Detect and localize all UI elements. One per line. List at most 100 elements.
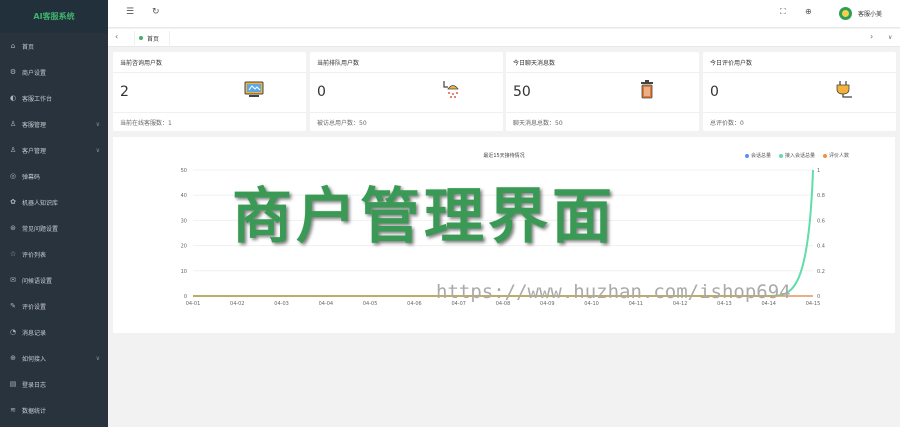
watermark: https://www.huzhan.com/ishop694 <box>436 281 791 303</box>
sidebar-item-12[interactable]: ⊕ 如何接入 ∨ <box>0 345 108 371</box>
record-icon: ◔ <box>9 328 17 336</box>
y2-tick-label: 1 <box>817 168 820 174</box>
sidebar-item-3[interactable]: ♙ 客服管理 ∨ <box>0 111 108 137</box>
sidebar-item-label: 弹幕码 <box>22 173 41 181</box>
avatar <box>838 7 852 20</box>
sidebar-item-label: 如何接入 <box>22 355 47 363</box>
card-footer: 总评价数：0 <box>710 120 744 127</box>
home-icon: ⌂ <box>10 42 16 50</box>
y2-tick-label: 0.2 <box>817 269 825 275</box>
y-tick-label: 40 <box>181 193 187 199</box>
question-icon: ⊛ <box>10 224 16 232</box>
tab-prev-icon[interactable]: ‹ <box>115 32 118 41</box>
sidebar-item-13[interactable]: ▤ 登录日志 <box>0 371 108 397</box>
headset-icon: ◐ <box>9 94 17 102</box>
tab-home[interactable]: 首页 <box>134 31 171 45</box>
sidebar-item-8[interactable]: ☆ 评价列表 <box>0 241 108 267</box>
sidebar-item-0[interactable]: ⌂ 首页 <box>0 33 108 59</box>
sidebar-item-label: 登录日志 <box>22 381 47 389</box>
sidebar-item-label: 客服管理 <box>22 121 47 129</box>
sidebar-item-14[interactable]: ≋ 数据统计 <box>0 397 108 423</box>
sidebar-item-label: 评价列表 <box>22 251 47 259</box>
user-menu[interactable]: 客服小美 <box>838 7 882 20</box>
topbar: ☰ ↻ ⛶ ⊕ 客服小美 <box>108 0 900 28</box>
sidebar-item-2[interactable]: ◐ 客服工作台 <box>0 85 108 111</box>
x-tick-label: 04-01 <box>186 301 201 307</box>
app-logo: AI客服系统 <box>0 0 108 33</box>
x-tick-label: 04-05 <box>363 301 378 307</box>
x-tick-label: 04-02 <box>230 301 245 307</box>
menu-toggle-icon[interactable]: ☰ <box>126 7 134 17</box>
shower-icon <box>443 81 459 98</box>
sidebar-menu: ⌂ 首页 ⚙ 商户设置 ◐ 客服工作台 ♙ 客服管理 ∨ ♙ 客户管理 ∨ ◎ 弹幕码 ✿ 机器人知识库 ⊛ 常见… <box>0 33 108 423</box>
sidebar-item-10[interactable]: ✎ 评价设置 <box>0 293 108 319</box>
y-tick-label: 20 <box>181 244 187 250</box>
card-footer: 被访总用户数：50 <box>317 120 367 127</box>
chevron-down-icon: ∨ <box>95 354 100 362</box>
y2-tick-label: 0 <box>817 294 820 300</box>
tab-more-icon[interactable]: ∨ <box>888 34 892 41</box>
plug-icon <box>836 81 852 98</box>
sidebar-item-5[interactable]: ◎ 弹幕码 <box>0 163 108 189</box>
sidebar-item-label: 客户管理 <box>22 147 47 155</box>
fullscreen-icon[interactable]: ⛶ <box>780 7 786 17</box>
stat-card-ratings: 今日评价用户数 0 总评价数：0 <box>703 52 896 131</box>
tab-next-icon[interactable]: › <box>870 32 873 41</box>
monitor-icon <box>244 81 264 97</box>
y-tick-label: 50 <box>181 168 187 174</box>
sidebar-item-label: 数据统计 <box>22 407 47 415</box>
user-icon: ♙ <box>9 120 17 128</box>
stats-icon: ≋ <box>10 406 16 414</box>
sidebar-item-7[interactable]: ⊛ 常见问题设置 <box>0 215 108 241</box>
chevron-down-icon: ∨ <box>95 120 100 128</box>
card-value: 2 <box>120 84 129 100</box>
user-name: 客服小美 <box>857 11 882 18</box>
y-tick-label: 10 <box>181 269 187 275</box>
stat-card-consulting: 当前咨询用户数 2 当前在线客服数：1 <box>113 52 306 131</box>
robot-icon: ✿ <box>10 198 16 206</box>
card-title: 当前排队用户数 <box>317 60 360 67</box>
card-value: 0 <box>317 84 326 100</box>
sidebar-item-label: 首页 <box>22 43 35 51</box>
sidebar-item-label: 客服工作台 <box>22 95 53 103</box>
qrcode-icon: ◎ <box>9 172 17 180</box>
card-title: 当前咨询用户数 <box>120 60 163 67</box>
message-icon: ✉ <box>10 276 16 284</box>
x-tick-label: 04-03 <box>274 301 289 307</box>
gear-icon: ⚙ <box>9 68 17 76</box>
tab-label: 首页 <box>147 35 160 43</box>
y2-tick-label: 0.6 <box>817 218 825 224</box>
stat-card-messages: 今日聊天消息数 50 聊天消息总数：50 <box>506 52 699 131</box>
y-tick-label: 0 <box>184 294 187 300</box>
chevron-down-icon: ∨ <box>95 146 100 154</box>
edit-icon: ✎ <box>10 302 16 310</box>
sidebar-item-label: 机器人知识库 <box>22 199 59 207</box>
x-tick-label: 04-06 <box>407 301 422 307</box>
sidebar-item-6[interactable]: ✿ 机器人知识库 <box>0 189 108 215</box>
card-value: 50 <box>513 84 531 100</box>
sidebar-item-9[interactable]: ✉ 问候语设置 <box>0 267 108 293</box>
sidebar-item-label: 问候语设置 <box>22 277 53 285</box>
sidebar-item-label: 消息记录 <box>22 329 47 337</box>
y2-tick-label: 0.8 <box>817 193 825 199</box>
sidebar-item-label: 商户设置 <box>22 69 47 77</box>
card-title: 今日评价用户数 <box>710 60 753 67</box>
sidebar: AI客服系统 ⌂ 首页 ⚙ 商户设置 ◐ 客服工作台 ♙ 客服管理 ∨ ♙ 客户管理 ∨ ◎ 弹幕码 ✿ 机器… <box>0 0 108 427</box>
sidebar-item-11[interactable]: ◔ 消息记录 <box>0 319 108 345</box>
sidebar-item-4[interactable]: ♙ 客户管理 ∨ <box>0 137 108 163</box>
x-tick-label: 04-15 <box>806 301 821 307</box>
sidebar-item-1[interactable]: ⚙ 商户设置 <box>0 59 108 85</box>
card-footer: 聊天消息总数：50 <box>513 120 563 127</box>
refresh-icon[interactable]: ↻ <box>152 7 160 17</box>
language-icon[interactable]: ⊕ <box>805 7 812 16</box>
star-icon: ☆ <box>9 250 17 258</box>
card-title: 今日聊天消息数 <box>513 60 556 67</box>
y2-tick-label: 0.4 <box>817 244 825 250</box>
card-footer: 当前在线客服数：1 <box>120 120 172 127</box>
y-tick-label: 30 <box>181 218 187 224</box>
x-tick-label: 04-04 <box>319 301 334 307</box>
card-value: 0 <box>710 84 719 100</box>
overlay-title: 商户管理界面 <box>232 182 616 252</box>
log-icon: ▤ <box>9 380 17 388</box>
plug-icon: ⊕ <box>10 354 16 362</box>
